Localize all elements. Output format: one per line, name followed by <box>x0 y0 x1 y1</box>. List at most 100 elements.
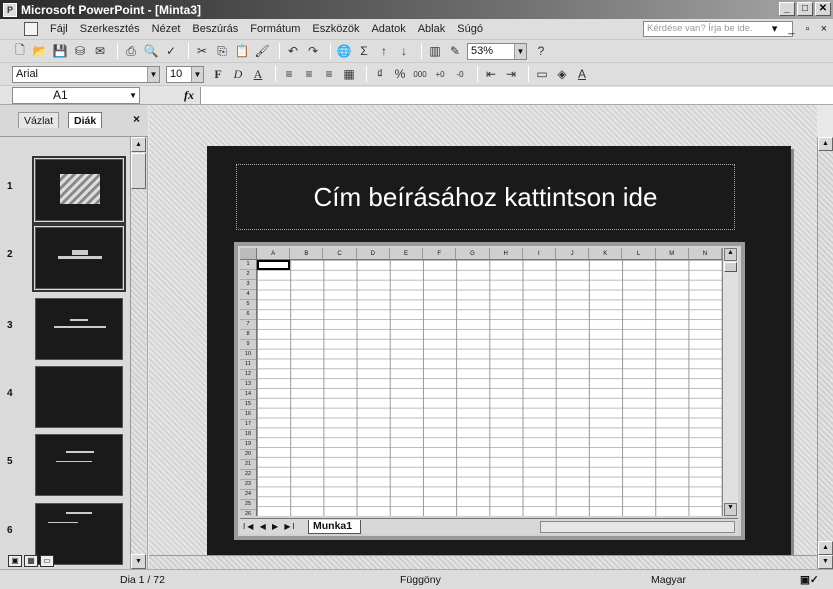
row-header[interactable]: 25 <box>240 500 256 510</box>
name-box[interactable]: A1 ▼ <box>12 86 140 104</box>
new-icon[interactable]: 🗋 <box>12 43 28 59</box>
zoom-combo[interactable]: 53% ▼ <box>467 42 527 60</box>
row-header[interactable]: 1 <box>240 260 256 270</box>
scroll-up-icon[interactable]: ▲ <box>131 137 146 152</box>
help-search-input[interactable]: Kérdése van? Írja be ide. <box>643 21 793 37</box>
column-header[interactable]: G <box>456 248 490 259</box>
embedded-worksheet[interactable]: A B C D E F G H I J K L M N 1 2 3 4 5 6 … <box>234 242 745 540</box>
cut-icon[interactable]: ✂ <box>194 43 210 59</box>
italic-icon[interactable]: D <box>230 66 246 82</box>
column-header[interactable]: K <box>589 248 623 259</box>
align-right-icon[interactable]: ≡ <box>321 66 337 82</box>
close-button[interactable]: ✕ <box>815 2 831 16</box>
scroll-up-icon[interactable]: ▲ <box>818 137 833 151</box>
print-preview-icon[interactable]: 🔍 <box>143 43 159 59</box>
slide-thumbnail[interactable] <box>35 298 123 360</box>
align-center-icon[interactable]: ≡ <box>301 66 317 82</box>
menu-file[interactable]: Fájl <box>44 23 74 35</box>
menu-format[interactable]: Formátum <box>244 23 306 35</box>
increase-decimal-icon[interactable]: +0 <box>432 66 448 82</box>
powerpoint-app-icon[interactable]: P <box>3 2 17 17</box>
row-header[interactable]: 19 <box>240 440 256 450</box>
row-header[interactable]: 23 <box>240 480 256 490</box>
scroll-thumb[interactable] <box>131 153 146 189</box>
font-color-icon[interactable]: A <box>574 66 590 82</box>
column-header[interactable]: I <box>523 248 556 259</box>
column-header[interactable]: N <box>689 248 723 259</box>
slide-thumbnail-row[interactable]: 5 <box>0 434 130 496</box>
document-icon[interactable] <box>24 22 38 36</box>
column-header[interactable]: C <box>323 248 357 259</box>
slide-canvas[interactable]: Cím beírásához kattintson ide A B C D E … <box>207 146 791 556</box>
cell-grid[interactable] <box>257 260 722 516</box>
row-header[interactable]: 16 <box>240 410 256 420</box>
editor-vertical-scrollbar[interactable]: ▲ ▲ ▼ <box>817 137 833 569</box>
slide-thumbnail-row[interactable]: 2 <box>0 224 130 292</box>
spelling-status-icon[interactable]: ▣✓ <box>800 574 819 586</box>
worksheet-vertical-scrollbar[interactable]: ▲ ▼ <box>722 248 738 516</box>
menu-window[interactable]: Ablak <box>412 23 452 35</box>
email-icon[interactable]: ✉ <box>92 43 108 59</box>
scroll-thumb[interactable] <box>724 262 737 272</box>
previous-slide-icon[interactable]: ▲ <box>818 541 833 555</box>
slide-thumbnail-row[interactable]: 3 <box>0 298 130 360</box>
hyperlink-icon[interactable]: 🌐 <box>336 43 352 59</box>
slide-thumbnail[interactable] <box>32 156 126 224</box>
formula-input[interactable] <box>200 87 833 104</box>
decrease-decimal-icon[interactable]: -0 <box>452 66 468 82</box>
column-header[interactable]: L <box>622 248 656 259</box>
decrease-indent-icon[interactable]: ⇤ <box>483 66 499 82</box>
row-header[interactable]: 18 <box>240 430 256 440</box>
row-header[interactable]: 24 <box>240 490 256 500</box>
font-combo[interactable]: Arial ▼ <box>12 65 160 83</box>
redo-icon[interactable]: ↷ <box>305 43 321 59</box>
scroll-down-icon[interactable]: ▼ <box>724 503 737 516</box>
document-window-controls[interactable]: ▾ _ ▫ × <box>772 22 831 35</box>
row-header[interactable]: 2 <box>240 270 256 280</box>
help-icon[interactable]: ? <box>533 43 549 59</box>
row-header[interactable]: 8 <box>240 330 256 340</box>
autosum-icon[interactable]: Σ <box>356 43 372 59</box>
chart-wizard-icon[interactable]: ▥ <box>427 43 443 59</box>
row-header[interactable]: 7 <box>240 320 256 330</box>
scroll-down-icon[interactable]: ▼ <box>131 554 146 569</box>
row-header[interactable]: 5 <box>240 300 256 310</box>
slide-thumbnail-row[interactable]: 4 <box>0 366 130 428</box>
thousands-icon[interactable]: 000 <box>412 66 428 82</box>
menu-tools[interactable]: Eszközök <box>306 23 365 35</box>
row-header[interactable]: 9 <box>240 340 256 350</box>
slide-thumbnail[interactable] <box>35 366 123 428</box>
merge-center-icon[interactable]: ▦ <box>341 66 357 82</box>
save-icon[interactable]: 💾 <box>52 43 68 59</box>
column-header[interactable]: D <box>357 248 390 259</box>
bold-icon[interactable]: F <box>210 66 226 82</box>
row-header[interactable]: 17 <box>240 420 256 430</box>
column-header[interactable]: J <box>556 248 590 259</box>
row-header[interactable]: 12 <box>240 370 256 380</box>
print-icon[interactable]: ⎙ <box>123 43 139 59</box>
select-all-corner[interactable] <box>240 248 257 260</box>
chevron-down-icon[interactable]: ▼ <box>129 88 137 103</box>
row-header[interactable]: 10 <box>240 350 256 360</box>
paste-icon[interactable]: 📋 <box>234 43 250 59</box>
slide-thumbnail-row[interactable]: 1 <box>0 156 130 224</box>
chevron-down-icon[interactable]: ▼ <box>514 43 526 59</box>
normal-view-icon[interactable]: ▣ <box>8 555 22 567</box>
title-placeholder[interactable]: Cím beírásához kattintson ide <box>236 164 735 230</box>
sheet-navigation-icons[interactable]: I◀ ◀ ▶ ▶I <box>240 522 308 531</box>
sort-ascending-icon[interactable]: ↑ <box>376 43 392 59</box>
row-header[interactable]: 4 <box>240 290 256 300</box>
slide-thumbnail[interactable] <box>35 434 123 496</box>
slideshow-icon[interactable]: ▭ <box>40 555 54 567</box>
minimize-button[interactable]: _ <box>779 2 795 16</box>
row-header[interactable]: 11 <box>240 360 256 370</box>
spelling-icon[interactable]: ✓ <box>163 43 179 59</box>
format-painter-icon[interactable]: 🖌 <box>254 43 270 59</box>
menu-view[interactable]: Nézet <box>146 23 187 35</box>
row-header[interactable]: 14 <box>240 390 256 400</box>
menu-help[interactable]: Súgó <box>451 23 489 35</box>
font-size-combo[interactable]: 10 ▼ <box>166 65 204 83</box>
menu-insert[interactable]: Beszúrás <box>186 23 244 35</box>
editor-horizontal-scrollbar[interactable] <box>149 555 817 569</box>
tab-outline[interactable]: Vázlat <box>18 112 60 128</box>
